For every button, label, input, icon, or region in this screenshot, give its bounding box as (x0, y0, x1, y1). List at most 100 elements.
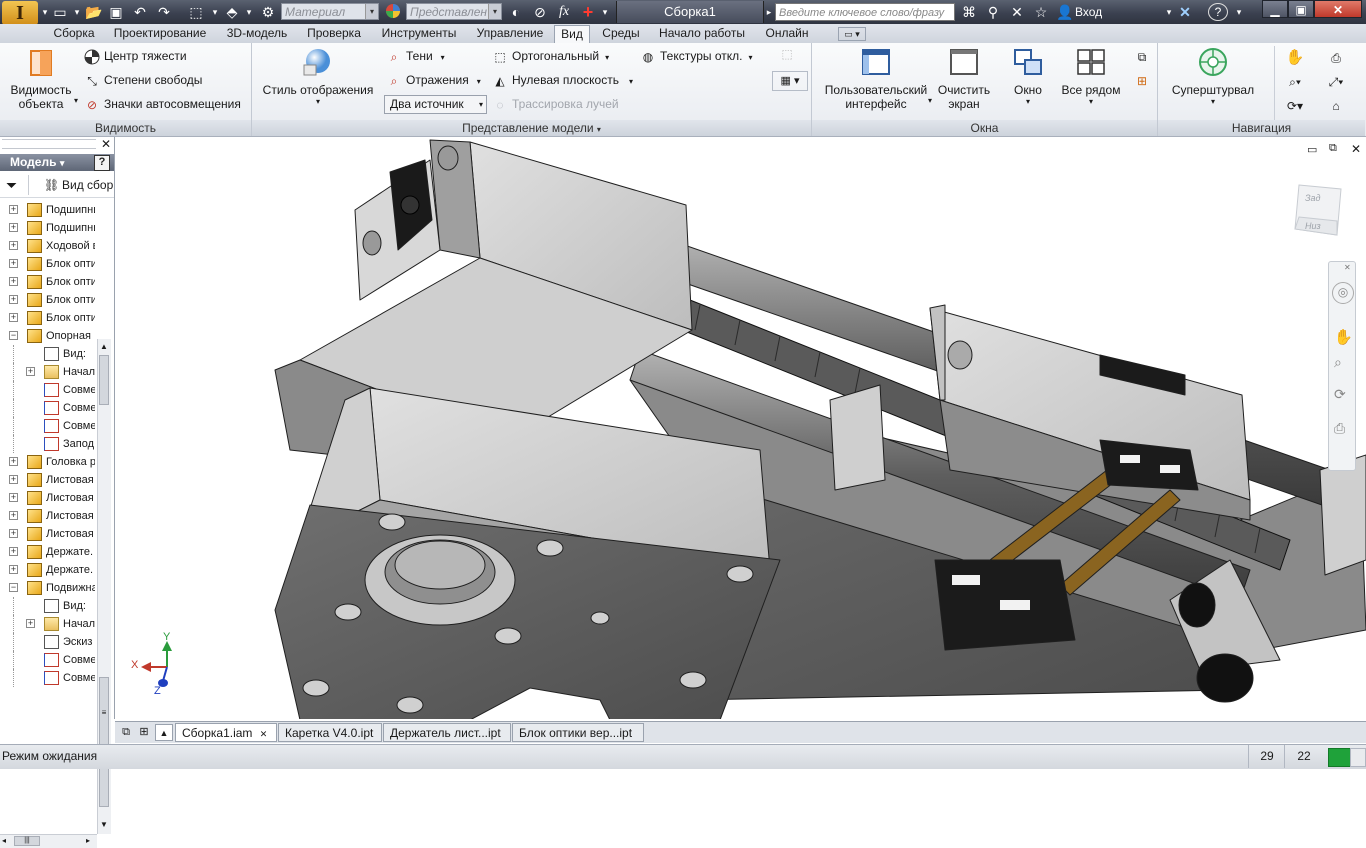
tree-item[interactable]: Эскиз (0, 633, 95, 651)
update-icon[interactable]: ⚙ (258, 3, 278, 21)
tree-item[interactable]: + Держате. (0, 543, 95, 561)
tree-item[interactable]: + Блок опти (0, 273, 95, 291)
new-icon[interactable]: ▭ (50, 3, 70, 21)
expand-icon[interactable]: + (9, 529, 18, 538)
tree-item[interactable]: Запод (0, 435, 95, 453)
navbar-wheel-icon[interactable]: ◎ (1332, 282, 1354, 304)
browser-header[interactable]: Модель ▾ ? (0, 154, 114, 171)
scroll-right-icon[interactable]: ▸ (86, 835, 90, 847)
expand-icon[interactable]: + (26, 619, 35, 628)
viewport-close-icon[interactable]: ✕ (1351, 142, 1361, 156)
ilogic-glyphs-button[interactable]: ⊘ Значки автосовмещения (84, 96, 241, 113)
tab-manage[interactable]: Управление (472, 25, 548, 43)
display-style-dropdown-icon[interactable]: ▾ (260, 97, 376, 107)
expand-icon[interactable]: + (9, 241, 18, 250)
expand-icon[interactable]: + (9, 259, 18, 268)
doc-tab-optics-block[interactable]: Блок оптики вер...ipt (512, 723, 644, 742)
tab-tools[interactable]: Инструменты (376, 25, 462, 43)
view-representation-button[interactable]: ▦ ▾ (772, 71, 808, 91)
adjust-appearance-icon[interactable]: ◐ (506, 3, 526, 21)
tab-design[interactable]: Проектирование (108, 25, 212, 43)
reflections-button[interactable]: ⌕ Отражения ▾ (386, 72, 481, 90)
appearance-ball-icon[interactable] (383, 3, 403, 21)
new-window-icon[interactable]: ⊞ (1132, 71, 1152, 91)
expand-icon[interactable]: + (9, 457, 18, 466)
lighting-style-dropdown-icon[interactable]: ▾ (479, 96, 483, 113)
clean-screen-button[interactable]: Очистить экран (936, 47, 992, 111)
scroll-left-icon[interactable]: ◂ (2, 835, 6, 847)
object-visibility-dropdown-icon[interactable]: ▾ (74, 96, 78, 105)
cascade-icon[interactable]: ⧉ (1132, 47, 1152, 67)
close-button[interactable]: ✕ (1314, 0, 1362, 18)
tree-item[interactable]: − Подвижна (0, 579, 95, 597)
browser-horizontal-scrollbar[interactable]: ◂ ||| ▸ (0, 834, 97, 848)
new-dropdown-icon[interactable]: ▾ (72, 3, 82, 21)
navbar-look-icon[interactable]: ⎙ (1334, 420, 1345, 437)
scroll-down-icon[interactable]: ▼ (100, 820, 108, 829)
browser-grip[interactable] (2, 139, 96, 149)
tile-button[interactable]: Все рядом ▾ (1056, 47, 1126, 107)
qat-menu-arrow-icon[interactable]: ▾ (40, 3, 50, 21)
tile-view-icon[interactable]: ⧉ (117, 724, 135, 741)
window-button[interactable]: Окно ▾ (1002, 47, 1054, 107)
communication-icon[interactable]: ✕ (1008, 3, 1026, 21)
expand-icon[interactable]: + (9, 511, 18, 520)
tree-item[interactable]: + Подшипни (0, 201, 95, 219)
tree-item[interactable]: + Начал (0, 363, 95, 381)
tree-item[interactable]: − Опорная (0, 327, 95, 345)
login-link[interactable]: Вход (1075, 3, 1102, 21)
steering-wheel-dropdown-icon[interactable]: ▾ (1166, 97, 1260, 107)
qat-customize-icon[interactable]: ▾ (600, 3, 610, 21)
tree-item[interactable]: + Блок опти (0, 255, 95, 273)
viewport-restore-icon[interactable]: ⧉ (1329, 142, 1337, 155)
tree-item[interactable]: + Подшипни (0, 219, 95, 237)
binoculars-icon[interactable]: ⌘ (960, 3, 978, 21)
tree-item[interactable]: + Блок опти (0, 309, 95, 327)
tree-item[interactable]: + Блок опти (0, 291, 95, 309)
tab-assembly[interactable]: Сборка (47, 25, 101, 43)
material-dropdown-icon[interactable]: ▾ (365, 4, 378, 19)
navbar-close-icon[interactable]: ✕ (1344, 263, 1351, 272)
favorites-star-icon[interactable]: ☆ (1032, 3, 1050, 21)
appearance-dropdown-icon[interactable]: ▾ (488, 4, 501, 19)
tree-item[interactable]: Совме (0, 669, 95, 687)
scroll-thumb-lower[interactable]: ≡ (99, 677, 109, 807)
search-expand-icon[interactable]: ▸ (764, 3, 774, 21)
browser-help-icon[interactable]: ? (94, 155, 110, 171)
navbar-pan-icon[interactable]: ✋ (1334, 328, 1353, 346)
window-dropdown-icon[interactable]: ▾ (1002, 97, 1054, 107)
tree-item[interactable]: + Листовая (0, 489, 95, 507)
orthographic-dropdown-icon[interactable]: ▾ (605, 53, 609, 62)
tree-item[interactable]: + Листовая (0, 471, 95, 489)
minimize-button[interactable]: ▁ (1262, 0, 1288, 18)
navbar-zoom-icon[interactable]: ⌕ (1334, 354, 1342, 371)
scroll-thumb[interactable] (99, 355, 109, 405)
help-search-input[interactable]: Введите ключевое слово/фразу (775, 3, 955, 21)
tree-item[interactable]: Вид: (0, 345, 95, 363)
reflections-dropdown-icon[interactable]: ▾ (477, 77, 481, 86)
tree-item[interactable]: + Головка р (0, 453, 95, 471)
tree-item[interactable]: Вид: (0, 597, 95, 615)
browser-title-dropdown-icon[interactable]: ▾ (60, 158, 65, 168)
help-icon[interactable]: ? (1208, 3, 1228, 21)
orbit-icon[interactable]: ⟳▾ (1281, 96, 1309, 116)
select-dropdown-icon[interactable]: ▾ (244, 3, 254, 21)
ground-plane-dropdown-icon[interactable]: ▾ (629, 77, 633, 86)
viewcube[interactable]: Зад Низ (1285, 177, 1355, 247)
fx-parameters-icon[interactable]: fx (554, 3, 574, 21)
ribbon-minimize-icon[interactable]: ▭ ▾ (838, 27, 866, 41)
expand-icon[interactable]: + (9, 475, 18, 484)
expand-icon[interactable]: + (9, 565, 18, 574)
app-logo[interactable]: I (2, 1, 38, 25)
collapse-icon[interactable]: − (9, 331, 18, 340)
tree-item[interactable]: Совме (0, 381, 95, 399)
center-of-gravity-button[interactable]: Центр тяжести (84, 48, 187, 65)
navbar-orbit-icon[interactable]: ⟳ (1334, 386, 1346, 403)
display-style-button[interactable]: Стиль отображения ▾ (260, 47, 376, 107)
tile-dropdown-icon[interactable]: ▾ (1056, 97, 1126, 107)
expand-icon[interactable]: + (9, 547, 18, 556)
expand-icon[interactable]: + (9, 223, 18, 232)
clear-appearance-icon[interactable]: ⊘ (530, 3, 550, 21)
expand-icon[interactable]: + (9, 277, 18, 286)
user-interface-dropdown-icon[interactable]: ▾ (928, 96, 932, 105)
